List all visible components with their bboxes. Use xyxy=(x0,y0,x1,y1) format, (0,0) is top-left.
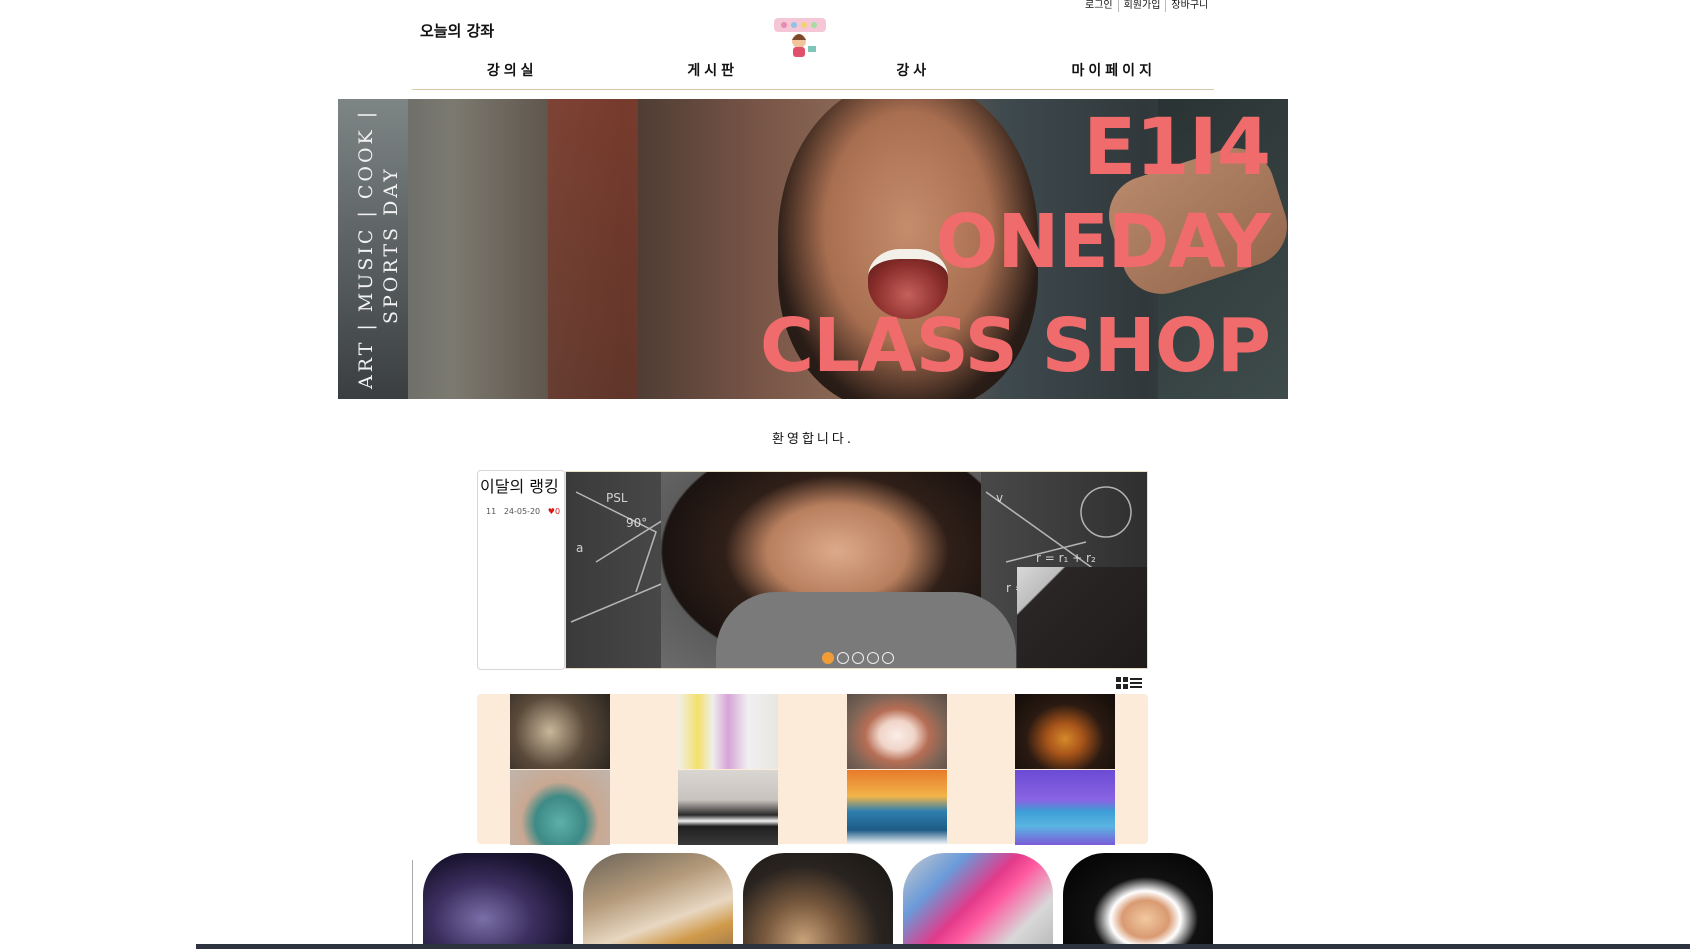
hero-banner[interactable]: ART | MUSIC | COOK | SPORTS DAY E1I4 ONE… xyxy=(338,99,1288,399)
card-concert-singer[interactable] xyxy=(423,853,573,949)
thumb-knitting[interactable] xyxy=(510,770,610,845)
slider-dot-5[interactable] xyxy=(882,652,894,664)
heart-icon: ♥ xyxy=(547,507,555,516)
monthly-ranking: 이달의 랭킹 11 24-05-20 ♥0 xyxy=(477,470,565,670)
bottom-scroll-bar[interactable] xyxy=(196,944,1690,949)
cards-divider xyxy=(412,860,413,949)
card-makeup-palette[interactable] xyxy=(903,853,1053,949)
welcome-text: 환영합니다. xyxy=(772,432,854,447)
utility-links: 로그인 회원가입 장바구니 xyxy=(1080,0,1213,12)
ranking-item-id: 11 xyxy=(486,507,497,516)
hero-vertical-line2: SPORTS DAY xyxy=(380,166,401,324)
hero-title-line2: ONEDAY xyxy=(935,199,1271,285)
ranking-item-date: 24-05-20 xyxy=(503,507,541,516)
hero-title-line3: CLASS SHOP xyxy=(759,303,1271,389)
svg-text:PSL: PSL xyxy=(606,491,628,505)
signup-link[interactable]: 회원가입 xyxy=(1119,0,1167,12)
hero-vertical-tagline: ART | MUSIC | COOK | SPORTS DAY xyxy=(341,99,402,399)
hero-vertical-line1: ART | MUSIC | COOK | xyxy=(355,109,377,390)
login-link[interactable]: 로그인 xyxy=(1080,0,1119,12)
thumb-piano-lesson[interactable] xyxy=(678,770,778,845)
grid-view-icon[interactable] xyxy=(1116,674,1128,689)
nav-mypage[interactable]: 마이페이지 xyxy=(1014,56,1215,89)
view-toggle xyxy=(1116,674,1142,689)
hero-bg-building xyxy=(548,99,638,399)
ranking-title: 이달의 랭킹 xyxy=(480,477,559,496)
image-slider[interactable]: PSLa90° r = r₁ + r₂vr = -n× xyxy=(565,471,1148,669)
site-title[interactable]: 오늘의 강좌 xyxy=(420,20,494,41)
slider-dot-4[interactable] xyxy=(867,652,879,664)
thumb-craft-workshop[interactable] xyxy=(510,694,610,769)
thumb-electric-guitar[interactable] xyxy=(1015,694,1115,769)
ranking-item[interactable]: 11 24-05-20 ♥0 xyxy=(478,497,564,516)
svg-text:a: a xyxy=(576,541,583,555)
nav-board[interactable]: 게시판 xyxy=(613,56,814,89)
svg-text:v: v xyxy=(996,491,1003,505)
card-tennis-player[interactable] xyxy=(1063,853,1213,949)
site-logo[interactable] xyxy=(772,16,828,60)
main-nav: 강의실 게시판 강사 마이페이지 xyxy=(412,56,1214,90)
card-sushi-making[interactable] xyxy=(583,853,733,949)
nav-instructor[interactable]: 강사 xyxy=(813,56,1014,89)
thumb-strawberry-cake[interactable] xyxy=(847,694,947,769)
thumb-colorful-drinks[interactable] xyxy=(678,694,778,769)
slide-laptop xyxy=(1017,567,1147,668)
thumb-table-tennis[interactable] xyxy=(1015,770,1115,845)
thumb-surfing[interactable] xyxy=(847,770,947,845)
class-thumbnail-grid xyxy=(477,694,1148,845)
slider-dot-3[interactable] xyxy=(852,652,864,664)
card-acoustic-guitar[interactable] xyxy=(743,853,893,949)
ranking-item-likes: 0 xyxy=(554,507,561,516)
slider-dots xyxy=(822,652,894,664)
svg-text:r = r₁ + r₂: r = r₁ + r₂ xyxy=(1036,551,1096,565)
hero-title-line1: E1I4 xyxy=(1083,103,1271,193)
slider-dot-1[interactable] xyxy=(822,652,834,664)
list-view-icon[interactable] xyxy=(1130,674,1142,688)
cart-link[interactable]: 장바구니 xyxy=(1166,0,1213,12)
nav-classroom[interactable]: 강의실 xyxy=(412,56,613,89)
slider-dot-2[interactable] xyxy=(837,652,849,664)
svg-text:90°: 90° xyxy=(626,516,647,530)
